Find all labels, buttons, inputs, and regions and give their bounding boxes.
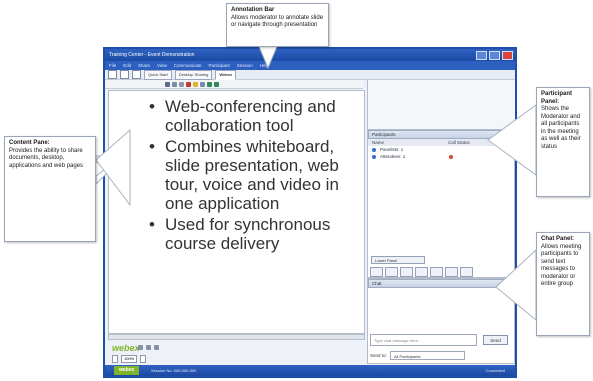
- callout-text: Allows meeting participants to send text…: [541, 243, 582, 288]
- callout-title: Annotation Bar: [231, 7, 275, 13]
- chat-arrow: [495, 248, 537, 322]
- callout-text: Shows the Moderator and all participants…: [541, 106, 581, 150]
- chat-panel-callout: Chat Panel: Allows meeting participants …: [536, 232, 590, 336]
- callout-title: Participant Panel:: [541, 91, 573, 105]
- participant-arrow: [487, 104, 537, 176]
- callout-title: Content Pane:: [9, 140, 50, 146]
- callout-text: Allows moderator to annotate slide or na…: [231, 14, 324, 29]
- content-pane-callout: Content Pane: Provides the ability to sh…: [4, 136, 96, 242]
- content-arrow-head: [95, 128, 131, 207]
- callout-text: Provides the ability to share documents,…: [9, 147, 84, 169]
- participant-panel-callout: Participant Panel: Shows the Moderator a…: [536, 87, 590, 197]
- annotation-bar-callout: Annotation Bar Allows moderator to annot…: [226, 3, 329, 47]
- annotation-arrow: [257, 43, 279, 70]
- callout-title: Chat Panel:: [541, 236, 575, 242]
